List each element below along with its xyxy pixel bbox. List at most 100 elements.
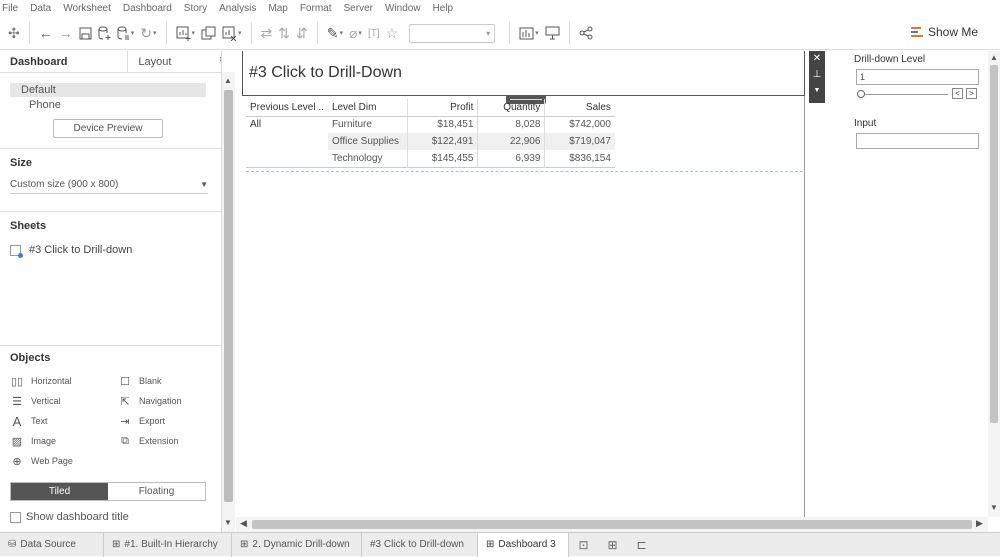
- menu-worksheet[interactable]: Worksheet: [63, 3, 111, 14]
- table-cell[interactable]: $719,047: [544, 133, 615, 150]
- refresh-icon[interactable]: ↻ ▾: [140, 22, 156, 44]
- table-cell[interactable]: [246, 150, 328, 167]
- scroll-down-icon[interactable]: ▼: [224, 518, 232, 527]
- object-text[interactable]: A Text: [10, 414, 118, 429]
- chevron-right-icon[interactable]: >: [966, 88, 977, 99]
- dashboard-title[interactable]: #3 Click to Drill-Down: [242, 51, 805, 96]
- object-navigation[interactable]: ⇱ Navigation: [118, 394, 218, 408]
- scroll-down-icon[interactable]: ▼: [990, 503, 998, 512]
- save-icon[interactable]: [79, 22, 92, 44]
- object-horizontal[interactable]: ▯▯ Horizontal: [10, 374, 118, 388]
- menu-dashboard[interactable]: Dashboard: [123, 3, 172, 14]
- table-cell[interactable]: [246, 133, 328, 150]
- table-cell[interactable]: All: [246, 116, 328, 133]
- drill-level-slider[interactable]: < >: [856, 88, 979, 100]
- show-mark-labels-icon[interactable]: [T]: [368, 22, 380, 44]
- table-row[interactable]: All Furniture $18,451 8,028 $742,000: [246, 116, 615, 133]
- tableau-logo-icon[interactable]: ✣: [8, 22, 20, 44]
- fit-dropdown[interactable]: ▾: [409, 23, 496, 43]
- scroll-left-icon[interactable]: ◀: [240, 518, 247, 529]
- show-title-checkbox[interactable]: [10, 511, 21, 523]
- tab-built-in-hierarchy[interactable]: ⊞ #1. Built-In Hierarchy: [104, 532, 232, 557]
- scrollbar-thumb[interactable]: [224, 90, 233, 502]
- menu-window[interactable]: Window: [385, 3, 421, 14]
- clear-sheet-icon[interactable]: ▾: [222, 22, 242, 44]
- table-cell[interactable]: $742,000: [544, 116, 615, 133]
- tab-layout[interactable]: Layout ⬍: [127, 51, 221, 72]
- tab-dynamic-drill-down[interactable]: ⊞ 2. Dynamic Drill-down: [232, 532, 362, 557]
- redo-icon[interactable]: →: [59, 22, 73, 44]
- column-header[interactable]: Profit: [407, 99, 478, 117]
- table-cell[interactable]: $18,451: [407, 116, 478, 133]
- column-header[interactable]: Quantity: [477, 99, 545, 117]
- column-header[interactable]: Previous Level ..: [246, 99, 328, 117]
- menu-data[interactable]: Data: [30, 3, 51, 14]
- table-cell[interactable]: 8,028: [477, 116, 545, 133]
- scrollbar-thumb[interactable]: [252, 520, 972, 529]
- new-worksheet-icon[interactable]: ⊡: [569, 533, 598, 557]
- close-icon[interactable]: ✕: [809, 51, 825, 67]
- tiled-button[interactable]: Tiled: [11, 483, 108, 500]
- input-field[interactable]: [856, 133, 979, 149]
- scrollbar-thumb[interactable]: [990, 65, 998, 423]
- pin-icon[interactable]: ⊥: [809, 67, 825, 83]
- show-cards-icon[interactable]: ▾: [519, 22, 539, 44]
- menu-story[interactable]: Story: [184, 3, 207, 14]
- table-cell[interactable]: 6,939: [477, 150, 545, 167]
- object-extension[interactable]: ⧉ Extension: [118, 434, 218, 448]
- table-row[interactable]: Technology $145,455 6,939 $836,154: [246, 150, 615, 167]
- table-cell[interactable]: 22,906: [477, 133, 545, 150]
- device-preview-button[interactable]: Device Preview: [53, 119, 163, 138]
- table-cell[interactable]: Technology: [328, 150, 408, 167]
- show-me-button[interactable]: Show Me: [910, 25, 978, 39]
- menu-file[interactable]: File: [2, 3, 18, 14]
- scroll-up-icon[interactable]: ▲: [224, 76, 232, 85]
- table-row[interactable]: Office Supplies $122,491 22,906 $719,047: [246, 133, 615, 150]
- highlight-icon[interactable]: ✎ ▾: [327, 22, 343, 44]
- pane-scrollbar[interactable]: ▲ ▼: [222, 72, 235, 532]
- new-dashboard-icon[interactable]: ⊞: [598, 533, 627, 557]
- tab-data-source[interactable]: ⛁ Data Source: [0, 532, 104, 557]
- sheet-item[interactable]: #3 Click to Drill-down: [10, 244, 221, 258]
- object-export[interactable]: ⇥ Export: [118, 414, 218, 428]
- menu-help[interactable]: Help: [433, 3, 454, 14]
- pane-menu-icon[interactable]: ⬍: [218, 55, 221, 64]
- table-cell[interactable]: $122,491: [407, 133, 478, 150]
- table-cell[interactable]: $836,154: [544, 150, 615, 167]
- swap-rows-columns-icon[interactable]: ⇄: [261, 22, 273, 44]
- duplicate-sheet-icon[interactable]: [201, 22, 216, 44]
- menu-server[interactable]: Server: [344, 3, 373, 14]
- group-members-icon[interactable]: ⌀ ▾: [349, 22, 362, 44]
- new-data-source-icon[interactable]: [98, 22, 111, 44]
- sort-descending-icon[interactable]: ⇵: [296, 22, 308, 44]
- show-title-option[interactable]: Show dashboard title: [10, 511, 221, 523]
- new-story-icon[interactable]: ⊏: [627, 533, 656, 557]
- object-vertical[interactable]: ☰ Vertical: [10, 394, 118, 408]
- column-header[interactable]: Sales: [544, 99, 615, 117]
- object-blank[interactable]: ☐ Blank: [118, 374, 218, 388]
- menu-map[interactable]: Map: [268, 3, 287, 14]
- object-image[interactable]: ▨ Image: [10, 434, 118, 448]
- slider-handle[interactable]: [857, 90, 865, 98]
- table-cell[interactable]: $145,455: [407, 150, 478, 167]
- undo-icon[interactable]: ←: [39, 22, 53, 44]
- presentation-mode-icon[interactable]: [545, 22, 560, 44]
- size-dropdown[interactable]: Custom size (900 x 800) ▼: [10, 176, 208, 194]
- tab-click-to-drill-down[interactable]: #3 Click to Drill-down: [362, 532, 478, 557]
- drill-level-input[interactable]: 1: [856, 69, 979, 85]
- new-worksheet-icon[interactable]: ▾: [176, 22, 195, 44]
- tab-dashboard[interactable]: Dashboard: [0, 51, 127, 72]
- more-options-icon[interactable]: ▼: [809, 83, 825, 99]
- scroll-right-icon[interactable]: ▶: [976, 518, 983, 529]
- table-cell[interactable]: Office Supplies: [327, 133, 408, 150]
- chevron-left-icon[interactable]: <: [952, 88, 963, 99]
- table-cell[interactable]: Furniture: [328, 116, 408, 133]
- object-web-page[interactable]: ⊕ Web Page: [10, 454, 118, 468]
- device-default[interactable]: Default: [10, 83, 206, 97]
- scroll-up-icon[interactable]: ▲: [990, 53, 998, 62]
- share-icon[interactable]: [579, 22, 593, 44]
- canvas-horizontal-scrollbar[interactable]: ◀ ▶: [236, 517, 988, 532]
- sort-ascending-icon[interactable]: ⇅: [278, 22, 290, 44]
- pause-auto-update-icon[interactable]: ▾: [117, 22, 134, 44]
- column-header[interactable]: Level Dim: [327, 99, 408, 117]
